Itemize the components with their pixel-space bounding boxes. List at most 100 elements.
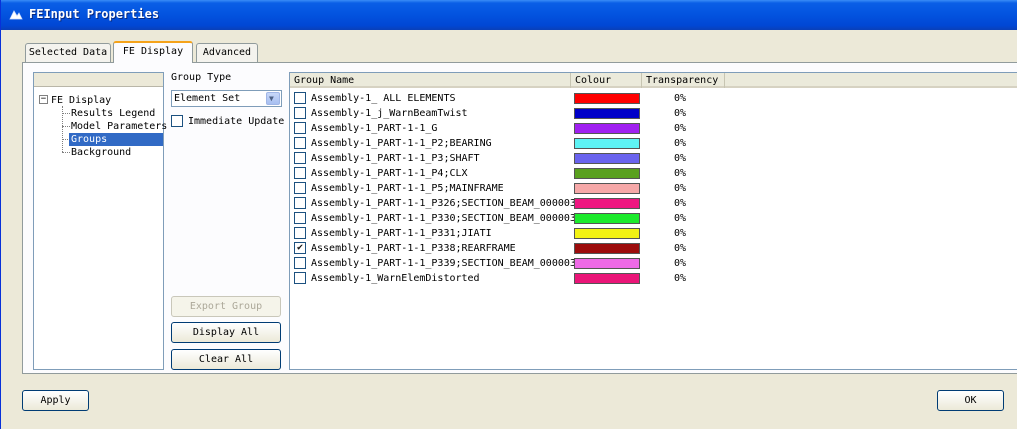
group-name: Assembly-1_PART-1-1_P326;SECTION_BEAM_00… [311,198,588,209]
row-visibility-checkbox[interactable] [294,182,306,194]
column-header-transparency[interactable]: Transparency [642,73,725,88]
colour-swatch[interactable] [574,183,640,194]
group-name: Assembly-1_PART-1-1_P331;JIATI [311,228,492,239]
export-group-button[interactable]: Export Group [171,296,281,317]
checkmark-icon: ✔ [296,242,304,253]
row-visibility-checkbox[interactable] [294,107,306,119]
tab-label: Advanced [202,47,252,58]
group-name: Assembly-1_PART-1-1_P3;SHAFT [311,153,480,164]
transparency-value: 0% [674,93,687,104]
group-name: Assembly-1_PART-1-1_P338;REARFRAME [311,243,516,254]
colour-swatch[interactable] [574,93,640,104]
tree-connector [62,152,70,153]
table-row[interactable]: Assembly-1_PART-1-1_P4;CLX 0% [290,166,1017,181]
properties-window: FEInput Properties Selected Data FE Disp… [0,0,1017,429]
table-row[interactable]: Assembly-1_PART-1-1_P331;JIATI 0% [290,226,1017,241]
colour-swatch[interactable] [574,213,640,224]
transparency-value: 0% [674,183,687,194]
colour-swatch[interactable] [574,108,640,119]
transparency-value: 0% [674,198,687,209]
colour-swatch[interactable] [574,138,640,149]
app-icon [9,10,23,20]
colour-swatch[interactable] [574,168,640,179]
ok-button[interactable]: OK [937,390,1004,411]
transparency-value: 0% [674,243,687,254]
table-row[interactable]: Assembly-1_PART-1-1_P5;MAINFRAME 0% [290,181,1017,196]
transparency-value: 0% [674,228,687,239]
tree-item-groups[interactable]: Groups [69,133,163,146]
group-name: Assembly-1_ ALL ELEMENTS [311,93,456,104]
tree-connector [62,126,70,127]
tree-item-fe-display[interactable]: FE Display [51,94,111,107]
group-name: Assembly-1_j_WarnBeamTwist [311,108,468,119]
table-row[interactable]: Assembly-1_PART-1-1_P330;SECTION_BEAM_00… [290,211,1017,226]
tree-item-results-legend[interactable]: Results Legend [71,107,155,120]
display-all-button[interactable]: Display All [171,322,281,343]
row-visibility-checkbox[interactable] [294,152,306,164]
group-grid: Group Name Colour Transparency Assembly-… [289,72,1017,370]
tab-label: FE Display [122,46,184,57]
column-header-colour[interactable]: Colour [571,73,642,88]
tab-fe-display[interactable]: FE Display [113,41,193,63]
dropdown-button[interactable]: ▼ [266,92,280,105]
transparency-value: 0% [674,153,687,164]
transparency-value: 0% [674,138,687,149]
row-visibility-checkbox[interactable] [294,137,306,149]
group-name: Assembly-1_PART-1-1_G [311,123,438,134]
row-visibility-checkbox[interactable] [294,122,306,134]
collapse-icon[interactable]: − [39,95,48,104]
colour-swatch[interactable] [574,198,640,209]
table-row[interactable]: Assembly-1_PART-1-1_P339;SECTION_BEAM_00… [290,256,1017,271]
column-header-group-name[interactable]: Group Name [290,73,571,88]
tab-advanced[interactable]: Advanced [196,43,258,63]
table-row[interactable]: Assembly-1_PART-1-1_P3;SHAFT 0% [290,151,1017,166]
table-row[interactable]: ✔ Assembly-1_PART-1-1_P338;REARFRAME 0% [290,241,1017,256]
table-row[interactable]: Assembly-1_PART-1-1_G 0% [290,121,1017,136]
colour-swatch[interactable] [574,273,640,284]
table-row[interactable]: Assembly-1_j_WarnBeamTwist 0% [290,106,1017,121]
table-row[interactable]: Assembly-1_PART-1-1_P2;BEARING 0% [290,136,1017,151]
grid-header: Group Name Colour Transparency [290,73,1017,88]
tree-item-model-parameters[interactable]: Model Parameters [71,120,167,133]
immediate-update-label: Immediate Update [188,116,285,127]
group-name: Assembly-1_PART-1-1_P5;MAINFRAME [311,183,504,194]
transparency-value: 0% [674,258,687,269]
row-visibility-checkbox[interactable]: ✔ [294,242,306,254]
table-row[interactable]: Assembly-1_PART-1-1_P326;SECTION_BEAM_00… [290,196,1017,211]
tree-header [34,73,163,87]
group-type-label: Group Type [171,72,232,83]
group-type-value: Element Set [174,93,241,104]
apply-button[interactable]: Apply [22,390,89,411]
transparency-value: 0% [674,168,687,179]
table-row[interactable]: Assembly-1_WarnElemDistorted 0% [290,271,1017,286]
tab-selected-data[interactable]: Selected Data [25,43,111,63]
transparency-value: 0% [674,213,687,224]
tree-item-background[interactable]: Background [71,146,131,159]
group-name: Assembly-1_WarnElemDistorted [311,273,480,284]
group-name: Assembly-1_PART-1-1_P339;SECTION_BEAM_00… [311,258,588,269]
transparency-value: 0% [674,123,687,134]
table-row[interactable]: Assembly-1_ ALL ELEMENTS 0% [290,91,1017,106]
colour-swatch[interactable] [574,153,640,164]
transparency-value: 0% [674,273,687,284]
row-visibility-checkbox[interactable] [294,212,306,224]
colour-swatch[interactable] [574,243,640,254]
row-visibility-checkbox[interactable] [294,92,306,104]
transparency-value: 0% [674,108,687,119]
title-bar[interactable]: FEInput Properties [1,0,1017,30]
row-visibility-checkbox[interactable] [294,197,306,209]
row-visibility-checkbox[interactable] [294,272,306,284]
clear-all-button[interactable]: Clear All [171,349,281,370]
colour-swatch[interactable] [574,123,640,134]
group-name: Assembly-1_PART-1-1_P4;CLX [311,168,468,179]
immediate-update-checkbox[interactable] [171,115,183,127]
chevron-down-icon: ▼ [269,94,274,103]
colour-swatch[interactable] [574,228,640,239]
colour-swatch[interactable] [574,258,640,269]
row-visibility-checkbox[interactable] [294,227,306,239]
row-visibility-checkbox[interactable] [294,257,306,269]
group-type-select[interactable]: Element Set ▼ [171,90,282,107]
window-title: FEInput Properties [29,7,160,21]
row-visibility-checkbox[interactable] [294,167,306,179]
tab-label: Selected Data [28,47,108,58]
